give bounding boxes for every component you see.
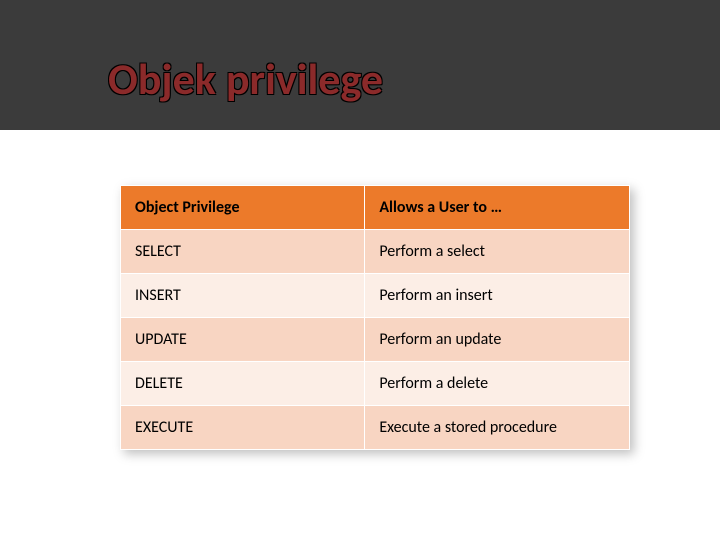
table-header-privilege: Object Privilege — [121, 186, 365, 230]
page-title: Objek privilege — [108, 52, 383, 106]
cell-privilege: EXECUTE — [121, 406, 365, 450]
cell-privilege: INSERT — [121, 274, 365, 318]
cell-privilege: DELETE — [121, 362, 365, 406]
table-row: UPDATE Perform an update — [121, 318, 630, 362]
table-row: INSERT Perform an insert — [121, 274, 630, 318]
cell-allows: Perform an update — [365, 318, 630, 362]
cell-allows: Perform a delete — [365, 362, 630, 406]
table-header-allows: Allows a User to … — [365, 186, 630, 230]
table-row: SELECT Perform a select — [121, 230, 630, 274]
cell-allows: Perform an insert — [365, 274, 630, 318]
title-bar: Objek privilege — [0, 0, 720, 130]
privilege-table: Object Privilege Allows a User to … SELE… — [120, 185, 630, 450]
cell-privilege: UPDATE — [121, 318, 365, 362]
cell-privilege: SELECT — [121, 230, 365, 274]
table-row: DELETE Perform a delete — [121, 362, 630, 406]
cell-allows: Perform a select — [365, 230, 630, 274]
table-header-row: Object Privilege Allows a User to … — [121, 186, 630, 230]
cell-allows: Execute a stored procedure — [365, 406, 630, 450]
table-row: EXECUTE Execute a stored procedure — [121, 406, 630, 450]
